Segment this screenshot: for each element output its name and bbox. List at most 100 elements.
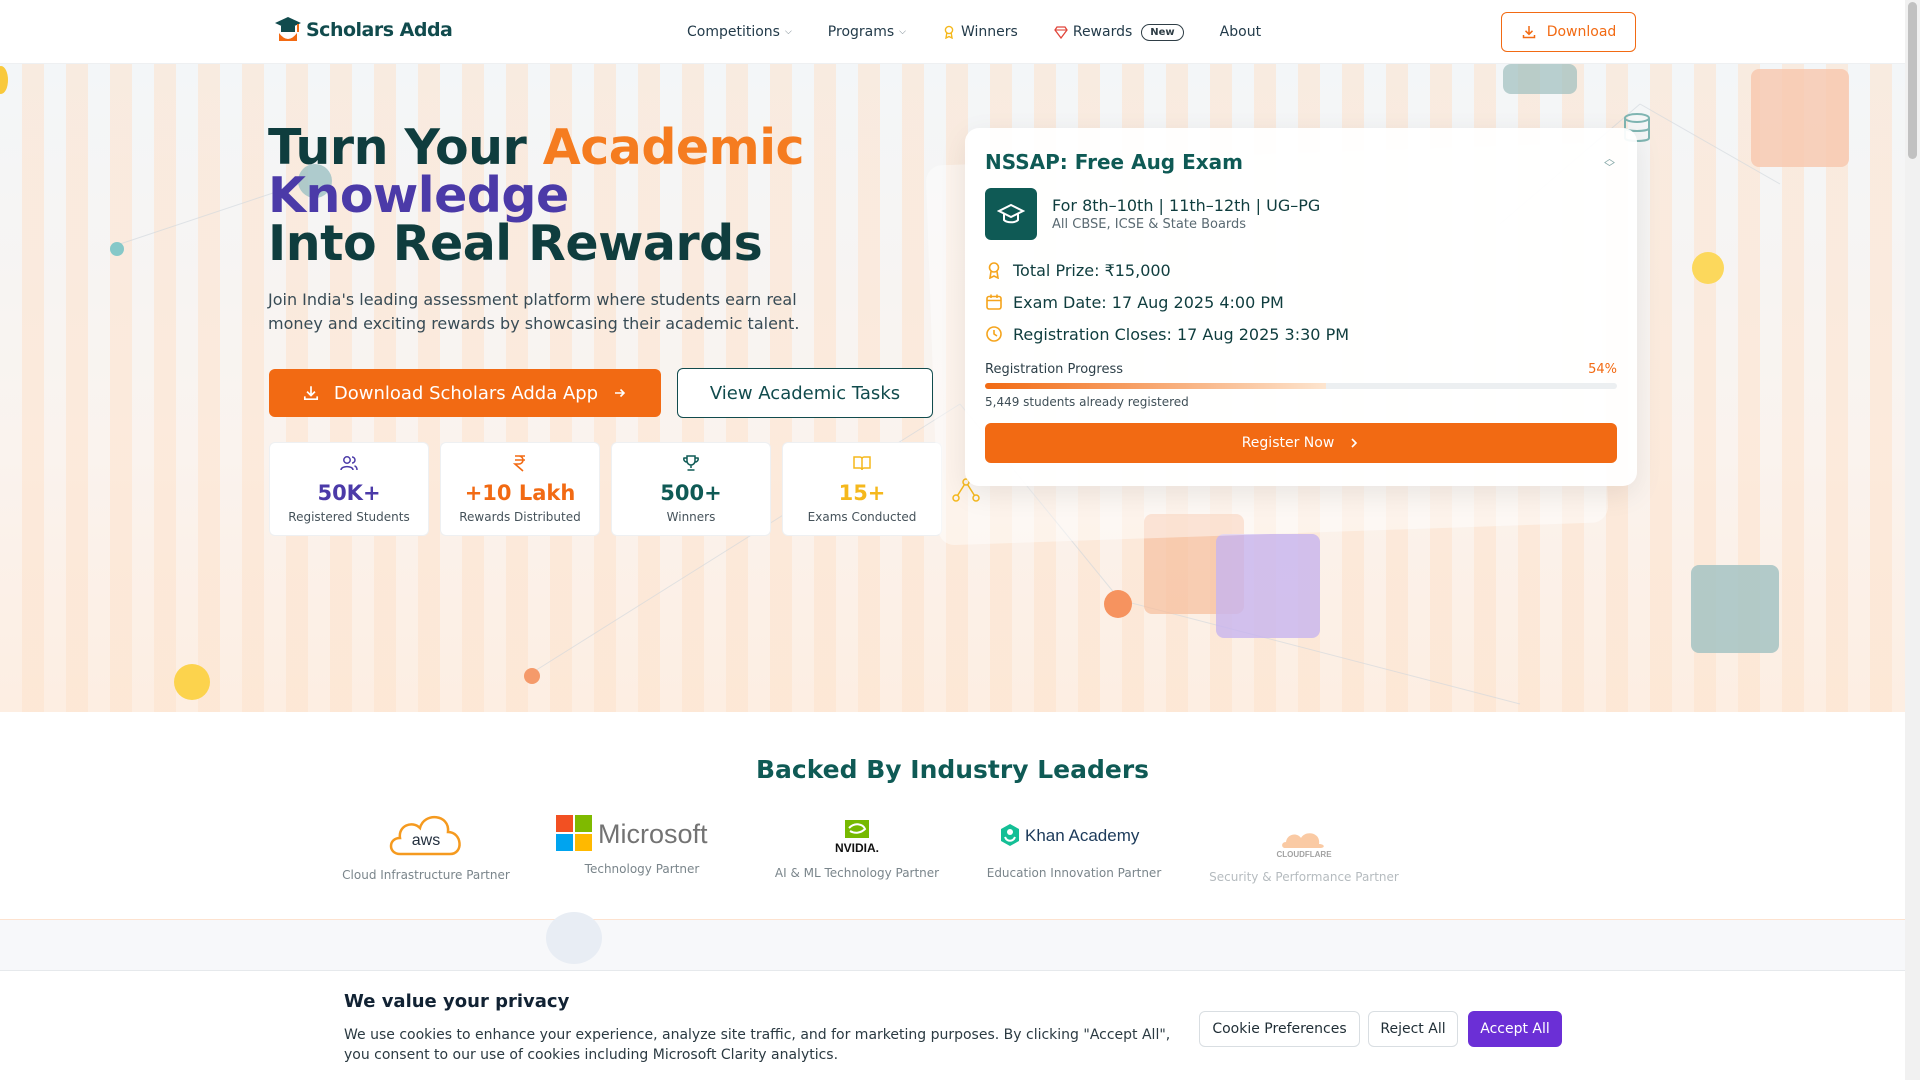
chevron-right-icon: [1351, 438, 1358, 448]
partner-aws[interactable]: aws Cloud Infrastructure Partner: [326, 808, 526, 882]
download-app-button[interactable]: Download Scholars Adda App: [269, 369, 661, 417]
nav-item-competitions[interactable]: Competitions ⌵: [687, 24, 792, 40]
cloudflare-logo: CLOUDFLARE: [1276, 833, 1332, 859]
svg-text:Microsoft: Microsoft: [598, 819, 708, 849]
partner-label: Security & Performance Partner: [1209, 870, 1399, 884]
registration-closes-info: Registration Closes: 17 Aug 2025 3:30 PM: [985, 318, 1617, 350]
hero-section: Turn Your Academic Knowledge Into Real R…: [0, 64, 1905, 712]
nav-item-about[interactable]: About: [1220, 24, 1261, 40]
svg-text:Khan Academy: Khan Academy: [1025, 826, 1140, 845]
new-badge: New: [1141, 23, 1184, 41]
partner-nvidia[interactable]: NVIDIA. AI & ML Technology Partner: [757, 816, 957, 880]
scrollbar-thumb[interactable]: [1908, 2, 1917, 159]
stat-value: 50K+: [317, 481, 381, 505]
users-icon: [340, 456, 358, 471]
yellow-dot-decoration: [174, 664, 210, 700]
stat-card-rewards: +10 Lakh Rewards Distributed: [440, 442, 600, 536]
lavender-square-decoration: [1216, 534, 1320, 638]
teal-square-decoration: [1503, 64, 1577, 94]
accept-all-button[interactable]: Accept All: [1468, 1011, 1562, 1047]
cookie-text: We use cookies to enhance your experienc…: [344, 1027, 1171, 1063]
cookie-preferences-button[interactable]: Cookie Preferences: [1199, 1011, 1360, 1047]
progress-label: Registration Progress: [985, 362, 1124, 377]
aws-logo: aws: [389, 816, 461, 856]
stat-value: 15+: [838, 481, 886, 505]
chevron-down-icon: ⌵: [899, 27, 906, 37]
peach-square-decoration: [1751, 69, 1849, 167]
download-icon: [303, 386, 318, 401]
download-button-label: Download: [1546, 24, 1617, 40]
progress-percent: 54%: [1588, 362, 1617, 377]
stats-row: 50K+ Registered Students +10 Lakh Reward…: [269, 442, 942, 536]
svg-text:CLOUDFLARE: CLOUDFLARE: [1276, 850, 1332, 859]
trophy-icon: [683, 455, 699, 471]
award-icon: [988, 262, 1000, 279]
view-academic-tasks-button[interactable]: View Academic Tasks: [677, 368, 933, 418]
stat-card-winners: 500+ Winners: [611, 442, 771, 536]
brand-logo[interactable]: Scholars Adda: [274, 15, 453, 45]
cookie-consent-banner: We value your privacy We use cookies to …: [0, 970, 1905, 1080]
exam-info-list: Total Prize: ₹15,000 Exam Date: 17 Aug 2…: [985, 254, 1617, 350]
nav-label-winners: Winners: [961, 24, 1018, 40]
partners-title: Backed By Industry Leaders: [755, 755, 1150, 784]
book-open-icon: [853, 456, 871, 471]
nav-item-rewards[interactable]: Rewards New: [1054, 23, 1184, 41]
progress-header: Registration Progress 54%: [985, 362, 1617, 377]
stat-label: Exams Conducted: [807, 510, 917, 524]
decorative-circle: [546, 912, 602, 964]
hero-title: Turn Your Academic Knowledge Into Real R…: [268, 123, 805, 268]
orange-dot-decoration: [1104, 590, 1132, 618]
partners-section: Backed By Industry Leaders aws Cloud Inf…: [0, 712, 1905, 920]
exam-date-text: Exam Date: 17 Aug 2025 4:00 PM: [1013, 292, 1284, 312]
partner-label: Cloud Infrastructure Partner: [342, 868, 510, 882]
exam-card-title: NSSAP: Free Aug Exam: [985, 150, 1243, 174]
stat-card-exams: 15+ Exams Conducted: [782, 442, 942, 536]
top-navbar: Scholars Adda Competitions ⌵ Programs ⌵ …: [0, 0, 1905, 64]
register-now-label: Register Now: [1241, 435, 1335, 451]
progress-bar: [985, 383, 1617, 389]
download-icon: [1522, 26, 1535, 39]
exam-grades: For 8th–10th | 11th–12th | UG–PG: [1052, 196, 1321, 215]
reject-all-button[interactable]: Reject All: [1368, 1011, 1458, 1047]
partner-label: AI & ML Technology Partner: [774, 866, 940, 880]
calendar-icon: [986, 294, 1002, 310]
stat-label: Registered Students: [288, 510, 410, 524]
hero-subtitle: Join India's leading assessment platform…: [268, 290, 800, 333]
brand-name: Scholars Adda: [306, 19, 453, 41]
stat-value: +10 Lakh: [464, 481, 576, 505]
nvidia-logo: NVIDIA.: [835, 820, 879, 855]
download-button[interactable]: Download: [1501, 12, 1636, 52]
nav-label-rewards: Rewards: [1072, 24, 1133, 40]
microsoft-logo: Microsoft: [556, 815, 708, 851]
stat-label: Winners: [666, 510, 716, 524]
partner-label: Education Innovation Partner: [986, 866, 1162, 880]
chevron-down-icon: ⌵: [784, 27, 792, 37]
partner-khan-academy[interactable]: Khan Academy Education Innovation Partne…: [974, 820, 1174, 880]
stat-value: 500+: [660, 481, 722, 505]
nav-item-programs[interactable]: Programs ⌵: [828, 24, 906, 40]
exam-card: NSSAP: Free Aug Exam ︿ ﹀ For 8th–10th | 1…: [965, 128, 1637, 486]
hero-title-academic: Academic: [542, 119, 805, 176]
register-now-button[interactable]: Register Now: [985, 423, 1617, 463]
progress-bar-fill: [985, 383, 1327, 389]
orange-dot-decoration: [524, 668, 540, 684]
graduation-cap-logo-icon: [275, 17, 301, 41]
prize-text: Total Prize: ₹15,000: [1013, 260, 1171, 280]
partner-cloudflare[interactable]: CLOUDFLARE Security & Performance Partne…: [1204, 824, 1404, 884]
khan-academy-logo: Khan Academy: [1001, 824, 1140, 846]
stat-card-students: 50K+ Registered Students: [269, 442, 429, 536]
nav-label-programs: Programs: [827, 24, 895, 40]
download-app-label: Download Scholars Adda App: [333, 382, 599, 404]
nav-label-about: About: [1219, 24, 1262, 40]
partner-microsoft[interactable]: Microsoft Technology Partner: [542, 812, 742, 876]
partner-label: Technology Partner: [584, 862, 700, 876]
expand-toggle-icon[interactable]: ︿ ﹀: [1604, 153, 1615, 173]
teal-dot-decoration: [110, 242, 124, 256]
nav-item-winners[interactable]: Winners: [942, 24, 1018, 40]
nav-label-competitions: Competitions: [687, 24, 780, 40]
svg-text:NVIDIA.: NVIDIA.: [835, 841, 879, 855]
page-scrollbar[interactable]: [1905, 0, 1920, 1080]
award-icon: [944, 25, 954, 39]
registered-count: 5,449 students already registered: [985, 395, 1189, 409]
cookie-title: We value your privacy: [344, 991, 570, 1012]
